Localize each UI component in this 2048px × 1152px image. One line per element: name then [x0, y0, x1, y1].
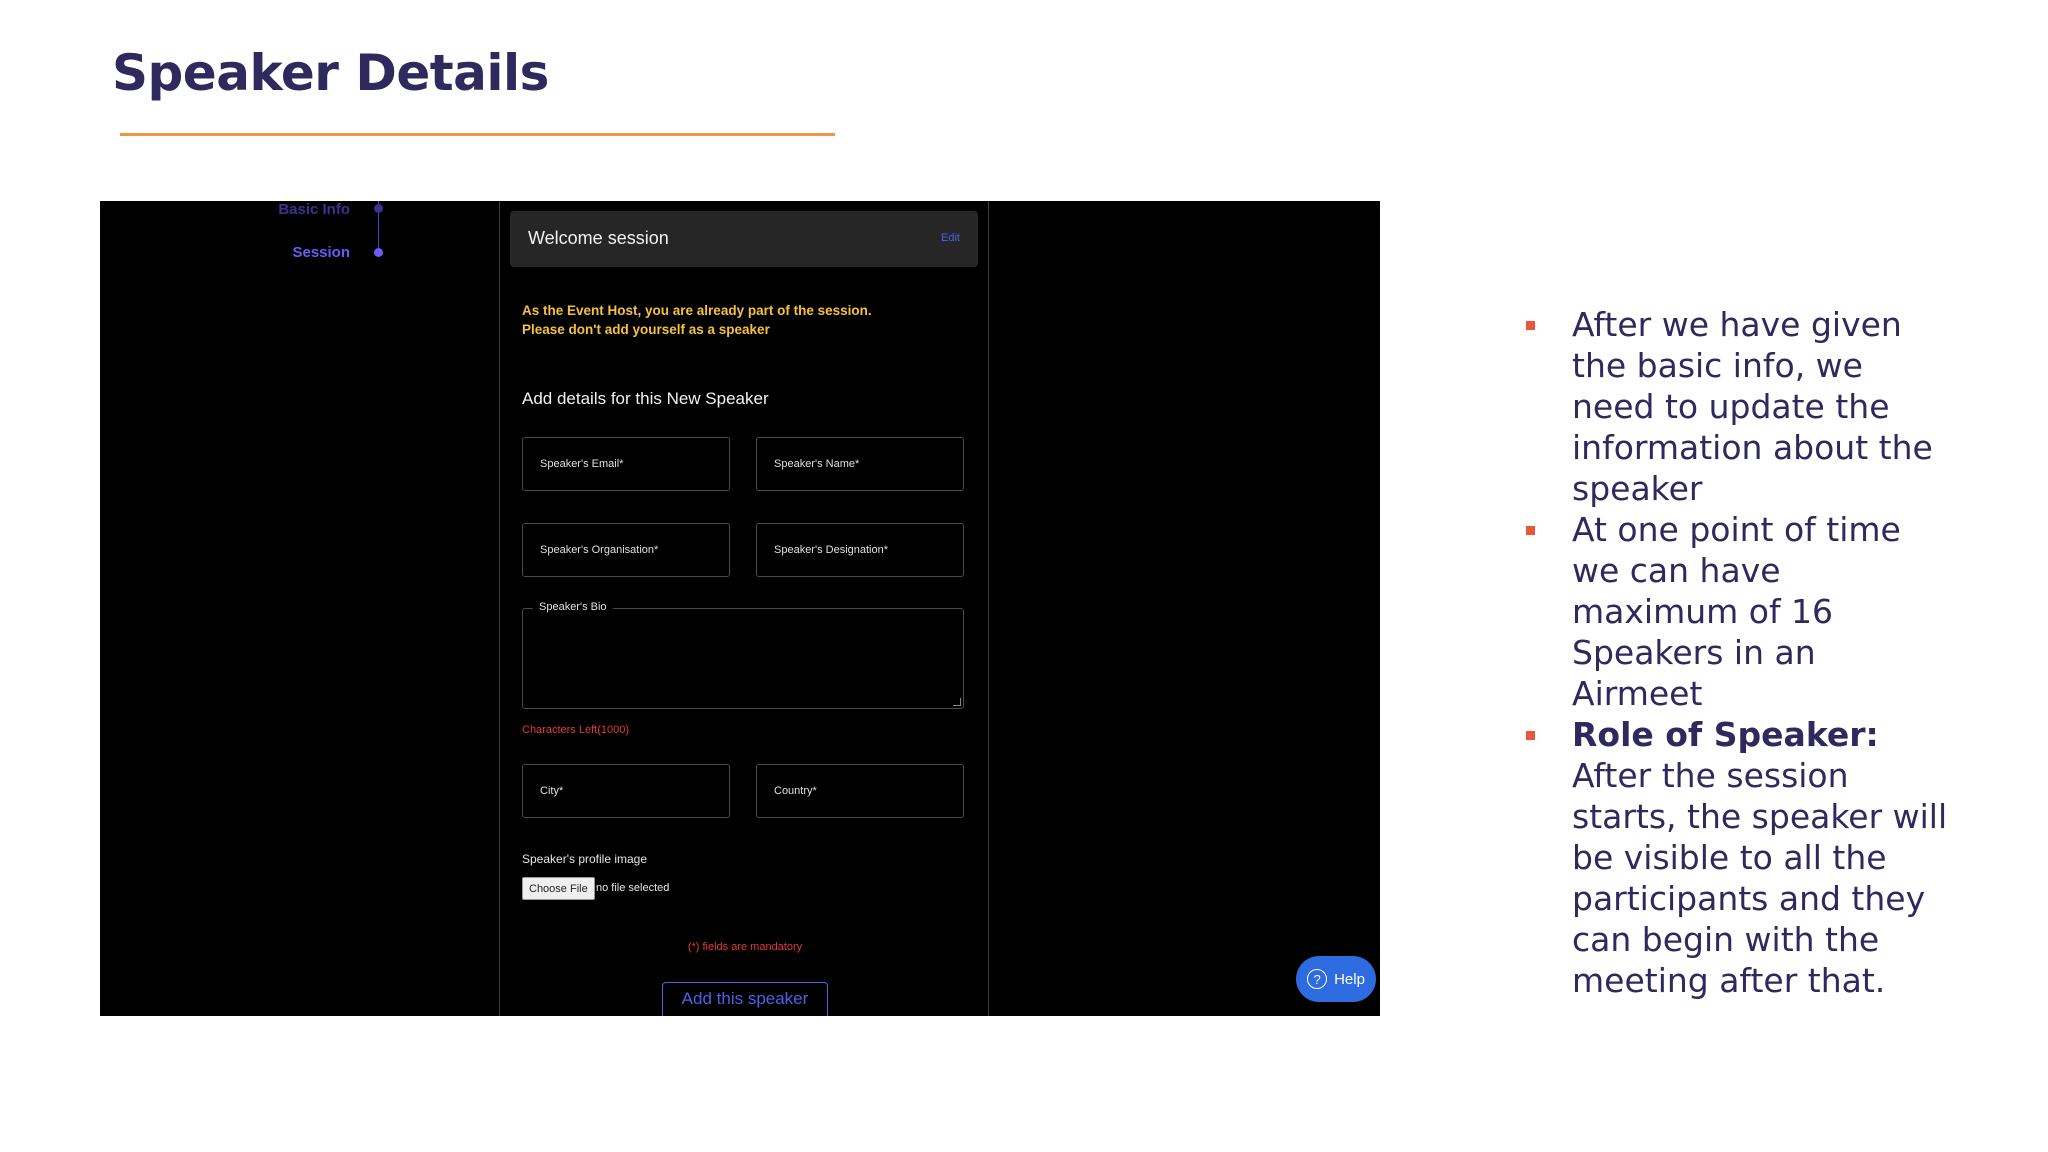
file-status: no file selected: [596, 882, 670, 894]
session-name: Welcome session: [528, 228, 669, 248]
form-heading: Add details for this New Speaker: [522, 389, 769, 408]
speaker-organisation-input[interactable]: [522, 523, 730, 577]
step-session[interactable]: Session: [292, 244, 350, 261]
bullet-text: After we have given the basic info, we n…: [1572, 305, 1933, 508]
title-underline: [120, 133, 835, 136]
bullet-item: After we have given the basic info, we n…: [1522, 304, 1952, 509]
country-input[interactable]: [756, 764, 964, 818]
speaker-designation-input[interactable]: [756, 523, 964, 577]
speaker-name-input[interactable]: [756, 437, 964, 491]
help-label: Help: [1334, 970, 1365, 988]
bullet-item: Role of Speaker: After the session start…: [1522, 714, 1952, 1001]
bullet-text: At one point of time we can have maximum…: [1572, 510, 1901, 713]
step-basic-info-dot: [374, 204, 383, 213]
profile-image-label: Speaker's profile image: [522, 852, 648, 866]
resize-handle[interactable]: [953, 698, 961, 706]
bullet-square-icon: [1526, 526, 1535, 535]
app-screenshot: Basic Info Session Welcome session Edit …: [100, 201, 1380, 1016]
step-basic-info[interactable]: Basic Info: [278, 201, 350, 218]
session-bar: Welcome session Edit: [510, 211, 978, 267]
bullet-item: At one point of time we can have maximum…: [1522, 509, 1952, 714]
bullet-square-icon: [1526, 731, 1535, 740]
bullet-list: After we have given the basic info, we n…: [1522, 304, 1952, 1001]
host-warning: As the Event Host, you are already part …: [522, 301, 942, 339]
host-warning-line-2: Please don't add yourself as a speaker: [522, 322, 770, 337]
speaker-form-panel: Welcome session Edit As the Event Host, …: [499, 201, 989, 1016]
bullet-square-icon: [1526, 321, 1535, 330]
add-speaker-button[interactable]: Add this speaker: [662, 982, 828, 1016]
speaker-email-input[interactable]: [522, 437, 730, 491]
bullet-text: After the session starts, the speaker wi…: [1572, 756, 1948, 1000]
step-session-dot: [374, 248, 383, 257]
help-icon: ?: [1307, 969, 1328, 989]
city-input[interactable]: [522, 764, 730, 818]
help-button[interactable]: ? Help: [1296, 956, 1376, 1002]
characters-left: Characters Left(1000): [522, 724, 629, 736]
slide-title: Speaker Details: [112, 44, 549, 102]
bullet-lead: Role of Speaker:: [1572, 715, 1879, 754]
host-warning-line-1: As the Event Host, you are already part …: [522, 303, 872, 318]
edit-session-link[interactable]: Edit: [941, 232, 960, 244]
mandatory-note: (*) fields are mandatory: [687, 941, 803, 953]
speaker-bio-textarea[interactable]: Speaker's Bio: [522, 601, 964, 709]
choose-file-button[interactable]: Choose File: [522, 877, 595, 900]
speaker-bio-label: Speaker's Bio: [533, 601, 613, 613]
